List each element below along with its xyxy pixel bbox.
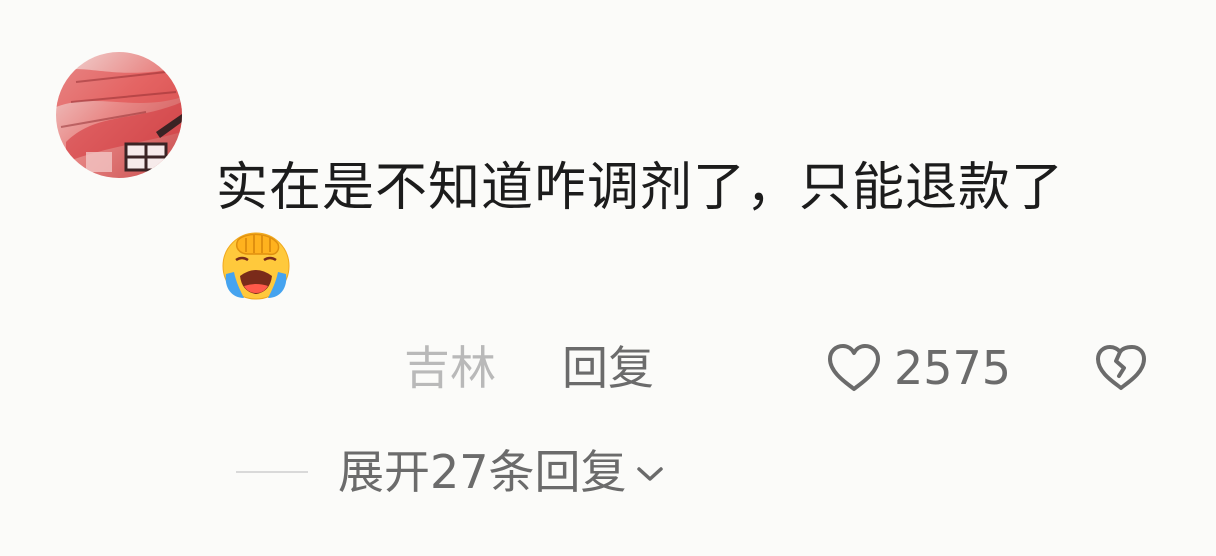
face-palm-crying-emoji xyxy=(218,226,294,302)
comment-text: 实在是不知道咋调剂了，只能退款了 xyxy=(216,158,1065,218)
heart-outline-icon xyxy=(828,344,880,391)
reply-button[interactable]: 回复 xyxy=(562,336,654,400)
divider xyxy=(236,471,308,473)
comment-meta: 吉林 回复 2575 xyxy=(0,336,1216,400)
avatar-image xyxy=(56,52,182,178)
location-label: 吉林 xyxy=(404,341,496,395)
like-button[interactable]: 2575 xyxy=(826,336,1011,400)
comment-body: 实在是不知道咋调剂了，只能退款了 xyxy=(216,150,1136,309)
expand-replies-label: 展开27条回复 xyxy=(338,445,627,499)
chevron-down-icon xyxy=(636,467,663,481)
comment-card: 实在是不知道咋调剂了，只能退款了 吉林 回复 2575 展开27条回复 xyxy=(0,0,1216,556)
expand-replies-button[interactable]: 展开27条回复 xyxy=(338,440,665,504)
dislike-button[interactable] xyxy=(1094,344,1148,396)
avatar[interactable] xyxy=(56,52,182,178)
broken-heart-icon xyxy=(1096,345,1146,390)
like-count: 2575 xyxy=(894,341,1012,395)
expand-replies-row: 展开27条回复 xyxy=(236,440,665,504)
